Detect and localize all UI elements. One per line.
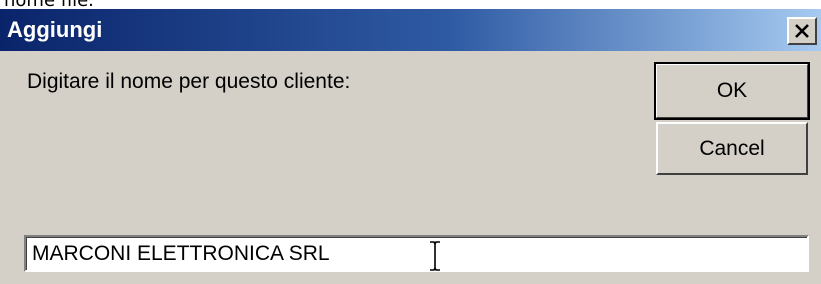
close-button[interactable] (787, 17, 817, 45)
add-client-dialog: Aggiungi Digitare il nome per questo cli… (0, 9, 821, 284)
dialog-title: Aggiungi (7, 17, 103, 42)
client-name-value: MARCONI ELETTRONICA SRL (32, 242, 330, 265)
prompt-label: Digitare il nome per questo cliente: (27, 70, 351, 93)
client-name-input[interactable]: MARCONI ELETTRONICA SRL (24, 235, 809, 272)
text-ibeam-cursor-icon (430, 241, 440, 271)
screen: nome file. Aggiungi Digitare il nome per… (0, 0, 821, 284)
cancel-button[interactable]: Cancel (656, 122, 808, 175)
dialog-titlebar[interactable]: Aggiungi (0, 9, 821, 51)
close-icon (795, 24, 809, 38)
ok-button[interactable]: OK (654, 62, 810, 120)
